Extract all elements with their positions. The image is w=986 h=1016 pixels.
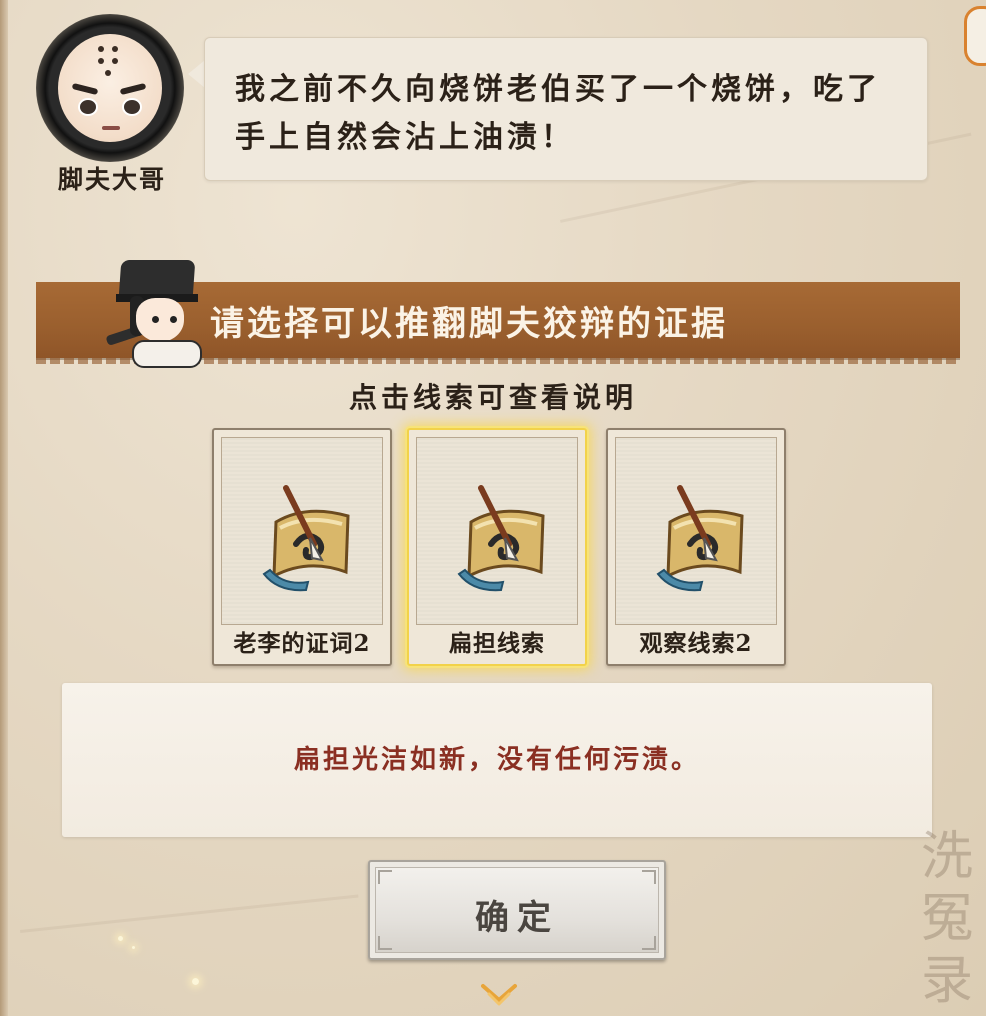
sparkle-decoration (118, 936, 123, 941)
clue-card-observation-2[interactable]: 观察线索2 (606, 428, 786, 666)
head-mark (112, 58, 118, 64)
hint-text: 点击线索可查看说明 (348, 381, 637, 414)
speaker-name: 脚夫大哥 (57, 165, 166, 194)
head-mark (105, 70, 111, 76)
card-frame (416, 437, 578, 625)
judge-eye (152, 316, 159, 323)
button-ornament (642, 870, 656, 884)
sparkle-decoration (132, 946, 135, 949)
scroll-brush-icon (262, 485, 350, 592)
judge-avatar (105, 256, 210, 368)
judge-robe (132, 340, 202, 368)
button-ornament (378, 870, 392, 884)
eyebrow (119, 82, 147, 96)
eye (122, 98, 142, 116)
dialogue-bubble[interactable]: 我之前不久向烧饼老伯买了一个烧饼，吃了手上自然会沾上油渍！ (204, 37, 928, 181)
scroll-brush-icon (656, 485, 744, 592)
head-mark (98, 46, 104, 52)
sparkle-decoration (192, 978, 199, 985)
eye (78, 98, 98, 116)
clue-label: 老李的证词2 (233, 630, 371, 657)
confirm-button[interactable]: 确定 (368, 860, 666, 960)
clue-card-carrying-pole[interactable]: 扁担线索 (407, 428, 587, 666)
mouth (102, 126, 120, 130)
game-logo-watermark: 洗冤录 (920, 827, 973, 1011)
judge-hat (118, 260, 196, 298)
clue-description-panel: 扁担光洁如新，没有任何污渍。 (62, 683, 932, 837)
porter-face (58, 34, 162, 142)
prompt-title: 请选择可以推翻脚夫狡辩的证据 (210, 304, 728, 344)
judge-eye (170, 316, 177, 323)
clue-description-text: 扁担光洁如新，没有任何污渍。 (293, 745, 700, 775)
card-frame (221, 437, 383, 625)
side-tab[interactable] (964, 6, 986, 66)
bubble-tail (188, 60, 205, 88)
paper-edge (0, 0, 8, 1016)
dialogue-text: 我之前不久向烧饼老伯买了一个烧饼，吃了手上自然会沾上油渍！ (235, 72, 881, 155)
clue-label: 扁担线索 (449, 630, 545, 657)
confirm-label: 确定 (475, 898, 559, 938)
paper-texture (20, 894, 359, 933)
head-mark (98, 58, 104, 64)
scroll-brush-icon (457, 485, 545, 592)
head-mark (112, 46, 118, 52)
clue-label: 观察线索2 (639, 630, 753, 657)
clue-card-lao-li-testimony[interactable]: 老李的证词2 (212, 428, 392, 666)
card-frame (615, 437, 777, 625)
eyebrow (71, 82, 99, 96)
speaker-portrait (36, 14, 184, 162)
chevron-down-icon[interactable] (480, 982, 518, 1010)
